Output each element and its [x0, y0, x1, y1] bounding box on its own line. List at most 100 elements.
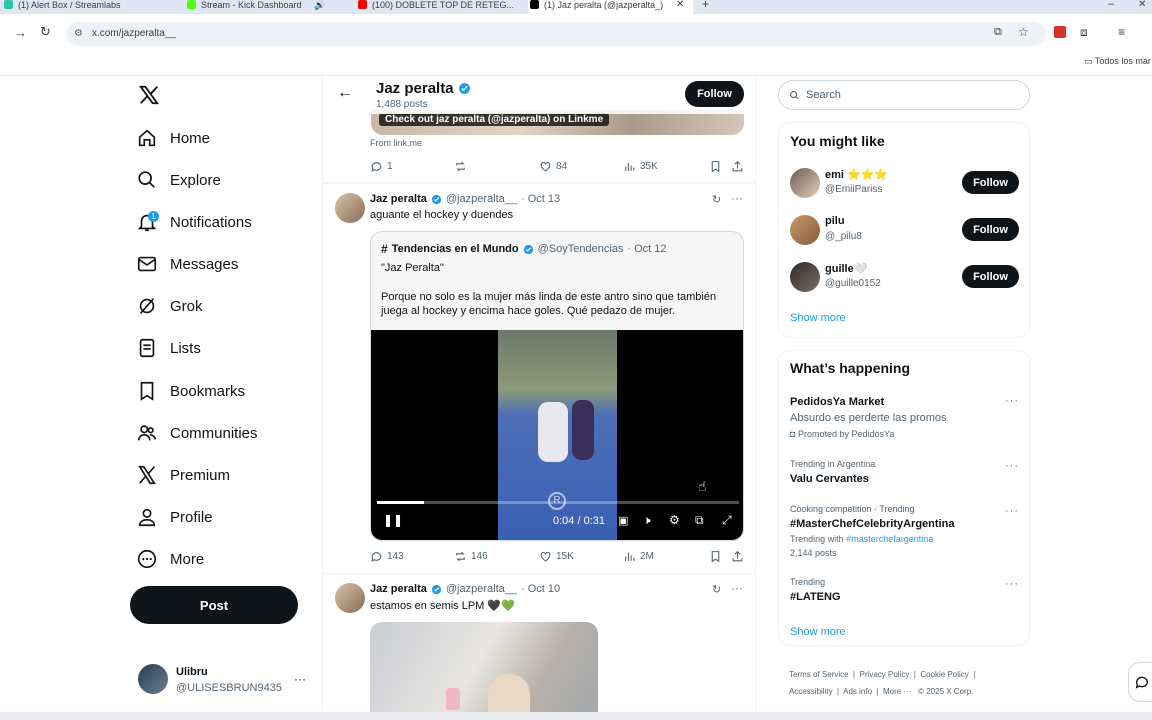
follow-button[interactable]: Follow	[962, 218, 1019, 241]
trend-title[interactable]: #LATENG	[790, 591, 841, 603]
footer-more[interactable]: More ···	[883, 687, 911, 696]
nav-home[interactable]: Home	[136, 124, 210, 152]
menu-icon[interactable]: ≡	[1118, 25, 1125, 39]
x-favicon-icon	[530, 0, 539, 9]
bookmark-button[interactable]	[709, 160, 722, 178]
suggestion-name[interactable]: pilu	[825, 215, 845, 227]
fullscreen-icon[interactable]: ⤢	[722, 513, 732, 528]
browser-tab[interactable]: Stream - Kick Dashboard	[185, 0, 350, 14]
suggestion-avatar[interactable]	[790, 215, 820, 245]
pip-icon[interactable]: ⧉	[695, 513, 704, 528]
nav-explore[interactable]: Explore	[136, 166, 221, 194]
bookmark-button[interactable]	[709, 550, 722, 568]
url-field[interactable]: ⚙ x.com/jazperalta__	[66, 22, 1046, 46]
video-progress-track[interactable]	[377, 501, 739, 504]
suggestion-name[interactable]: guille🤍	[825, 262, 867, 275]
nav-premium[interactable]: Premium	[136, 461, 230, 489]
messages-drawer-button[interactable]	[1128, 662, 1152, 702]
footer-cookie[interactable]: Cookie Policy	[920, 670, 968, 679]
star-icon[interactable]: ☆	[1018, 25, 1029, 39]
nav-communities[interactable]: Communities	[136, 419, 258, 447]
follow-button[interactable]: Follow	[962, 171, 1019, 194]
views-button[interactable]: 35K	[623, 160, 658, 173]
account-avatar[interactable]	[138, 664, 168, 694]
close-window-icon[interactable]: ✕	[1138, 0, 1146, 10]
footer-privacy[interactable]: Privacy Policy	[860, 670, 910, 679]
browser-tab[interactable]: (100) DOBLETE TOP DE RETEG...	[356, 0, 521, 14]
trend-more-icon[interactable]: ···	[1005, 505, 1019, 517]
nav-grok[interactable]: Grok	[136, 292, 203, 320]
trend-more-icon[interactable]: ···	[1005, 395, 1019, 407]
reply-button[interactable]: 1	[370, 160, 393, 173]
author-avatar[interactable]	[335, 583, 365, 613]
extensions-icon[interactable]: ⧈	[1080, 25, 1088, 40]
follow-button[interactable]: Follow	[962, 265, 1019, 288]
reply-button[interactable]: 143	[370, 550, 404, 563]
post-button[interactable]: Post	[130, 586, 298, 624]
video-player[interactable]: R ❚❚ 0:04 / 0:31 ▣ 🕨 ⚙ ⧉ ⤢	[371, 330, 743, 540]
trend-title[interactable]: PedidosYa Market	[790, 396, 884, 408]
views-button[interactable]: 2M	[623, 550, 654, 563]
like-button[interactable]: 15K	[539, 550, 574, 563]
new-tab-button[interactable]: +	[702, 0, 709, 10]
nav-messages[interactable]: Messages	[136, 250, 238, 278]
trend-title[interactable]: Valu Cervantes	[790, 473, 869, 485]
share-button[interactable]	[731, 160, 744, 178]
pdf-extension-icon[interactable]	[1054, 26, 1066, 38]
nav-more[interactable]: More	[136, 545, 204, 573]
bookmark-folder[interactable]: ▭ Todos los mar	[1084, 56, 1151, 67]
x-logo-icon[interactable]	[138, 84, 160, 111]
author-name[interactable]: Jaz peralta	[370, 193, 427, 205]
reload-icon[interactable]: ↻	[40, 24, 51, 40]
trend-more-icon[interactable]: ···	[1005, 460, 1019, 472]
grok-explain-icon[interactable]: ↻	[712, 583, 721, 596]
trend-with-tag[interactable]: #masterchefargentina	[846, 534, 933, 544]
share-button[interactable]	[731, 550, 744, 568]
nav-bookmarks[interactable]: Bookmarks	[136, 377, 245, 405]
account-more-button[interactable]: ···	[294, 672, 306, 686]
quoted-post[interactable]: # Tendencias en el Mundo @SoyTendencias …	[370, 231, 744, 541]
minimize-icon[interactable]: –	[1108, 0, 1114, 10]
suggestion-avatar[interactable]	[790, 168, 820, 198]
forward-icon[interactable]: →	[14, 25, 27, 40]
install-app-icon[interactable]: ⧉	[994, 26, 1002, 39]
nav-profile[interactable]: Profile	[136, 503, 213, 531]
footer-terms[interactable]: Terms of Service	[789, 670, 849, 679]
author-handle[interactable]: @jazperalta__	[446, 583, 517, 595]
show-more-link[interactable]: Show more	[790, 626, 846, 638]
x-icon	[138, 465, 156, 485]
author-name[interactable]: Jaz peralta	[370, 583, 427, 595]
author-handle[interactable]: @jazperalta__	[446, 193, 517, 205]
browser-tab[interactable]: (1) Alert Box / Streamlabs	[2, 0, 172, 14]
post-date[interactable]: · Oct 13	[521, 193, 560, 205]
follow-profile-button[interactable]: Follow	[685, 81, 744, 107]
pause-icon[interactable]: ❚❚	[383, 513, 403, 527]
author-avatar[interactable]	[335, 193, 365, 223]
footer-ads-info[interactable]: Ads info	[843, 687, 872, 696]
suggestion-name[interactable]: emi ⭐⭐⭐	[825, 168, 888, 181]
like-button[interactable]: 84	[539, 160, 567, 173]
nav-lists[interactable]: Lists	[136, 334, 201, 362]
reply-icon	[371, 162, 382, 172]
captions-icon[interactable]: ▣	[618, 514, 628, 527]
trend-more-icon[interactable]: ···	[1005, 578, 1019, 590]
repost-button[interactable]: 146	[454, 550, 488, 563]
site-info-icon[interactable]: ⚙	[74, 22, 83, 46]
grok-explain-icon[interactable]: ↻	[712, 193, 721, 206]
post-image[interactable]	[370, 622, 598, 720]
post-more-icon[interactable]: ···	[731, 191, 743, 205]
footer-accessibility[interactable]: Accessibility	[789, 687, 833, 696]
close-tab-icon[interactable]: ✕	[676, 0, 684, 10]
volume-icon[interactable]: 🕨	[643, 513, 651, 528]
settings-icon[interactable]: ⚙	[669, 513, 680, 527]
post-date[interactable]: · Oct 10	[521, 583, 560, 595]
suggestion-avatar[interactable]	[790, 262, 820, 292]
post-more-icon[interactable]: ···	[731, 581, 743, 595]
browser-tab-active[interactable]: (1) Jaz peralta (@jazperalta_)	[528, 0, 693, 14]
search-input[interactable]: Search	[778, 80, 1030, 110]
repost-button[interactable]	[454, 160, 471, 173]
trend-title[interactable]: #MasterChefCelebrityArgentina	[790, 518, 954, 530]
back-arrow-icon[interactable]: ←	[337, 84, 353, 102]
show-more-link[interactable]: Show more	[790, 312, 846, 324]
link-source[interactable]: From link.me	[370, 138, 422, 148]
